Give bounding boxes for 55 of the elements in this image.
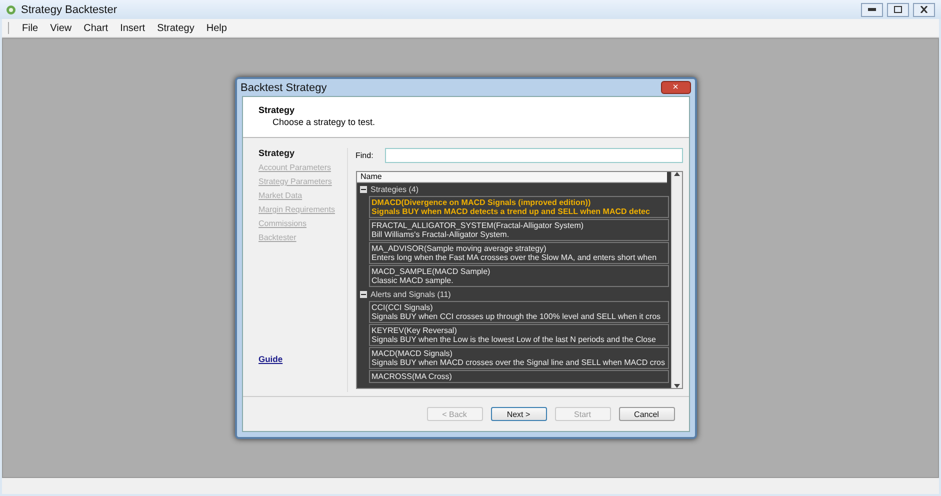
close-button[interactable]: × bbox=[660, 81, 690, 94]
header-title: Strategy bbox=[258, 105, 296, 115]
strategy-name: MA_ADVISOR(Sample moving average strategy) bbox=[372, 244, 548, 253]
group-label: Alerts and Signals (11) bbox=[370, 290, 451, 299]
collapse-icon[interactable] bbox=[360, 186, 366, 193]
strategy-item[interactable]: FRACTAL_ALLIGATOR_SYSTEM(Fractal-Alligator System) Bill Williams's Fractal-Alligator System. bbox=[368, 219, 668, 241]
strategy-name: CCI(CCI Signals) bbox=[372, 303, 434, 312]
strategy-name: DMACD(Divergence on MACD Signals (improved edition)) bbox=[372, 198, 592, 207]
strategy-description: Signals BUY when MACD crosses over the Signal line and SELL when MACD cros bbox=[372, 358, 666, 367]
strategy-name: FRACTAL_ALLIGATOR_SYSTEM(Fractal-Alligator System) bbox=[372, 221, 585, 230]
strategy-description: Signals BUY when MACD detects a trend up and SELL when MACD detec bbox=[372, 207, 651, 216]
app-icon bbox=[6, 4, 16, 14]
strategy-name: MACD(MACD Signals) bbox=[372, 349, 454, 358]
strategy-item[interactable]: MACROSS(MA Cross) bbox=[368, 370, 668, 383]
strategy-item[interactable]: MACD(MACD Signals) Signals BUY when MACD crosses over the Signal line and SELL when MACD cros bbox=[368, 347, 668, 369]
strategy-description: Signals BUY when CCI crosses up through the 100% level and SELL when it cros bbox=[372, 312, 662, 321]
group-label: Strategies (4) bbox=[370, 185, 419, 194]
column-header: Name bbox=[356, 172, 666, 183]
scrollbar[interactable] bbox=[670, 172, 682, 388]
wizard-button[interactable]: Cancel bbox=[618, 407, 674, 421]
strategy-description: Enters long when the Fast MA crosses over the Slow MA, and enters short when bbox=[372, 253, 658, 262]
maximize-button[interactable] bbox=[887, 2, 909, 16]
menu-item[interactable]: Chart bbox=[78, 22, 114, 34]
scroll-up-icon[interactable] bbox=[674, 172, 680, 176]
collapse-icon[interactable] bbox=[360, 291, 366, 298]
strategy-item[interactable]: KEYREV(Key Reversal) Signals BUY when the Low is the lowest Low of the last N periods and the Close bbox=[368, 324, 668, 346]
close-icon bbox=[920, 6, 928, 13]
scroll-down-icon[interactable] bbox=[674, 384, 680, 388]
strategy-name: MACROSS(MA Cross) bbox=[372, 372, 453, 381]
strategy-description: Bill Williams's Fractal-Alligator System. bbox=[372, 230, 510, 239]
header-subtitle: Choose a strategy to test. bbox=[272, 117, 376, 127]
find-label: Find: bbox=[356, 151, 374, 160]
strategy-description: Signals BUY when the Low is the lowest Low of the last N periods and the Close bbox=[372, 335, 657, 344]
dialog-title: Backtest Strategy bbox=[240, 82, 327, 94]
menu-item[interactable]: File bbox=[17, 22, 44, 34]
strategy-description: Classic MACD sample. bbox=[372, 276, 454, 285]
strategy-item[interactable]: CCI(CCI Signals) Signals BUY when CCI crosses up through the 100% level and SELL when it cros bbox=[368, 301, 668, 323]
wizard-button[interactable]: Next > bbox=[490, 407, 546, 421]
guide-link[interactable]: Guide bbox=[258, 354, 346, 364]
menu-item[interactable]: View bbox=[45, 22, 77, 34]
minimize-icon bbox=[868, 8, 876, 11]
strategy-name: KEYREV(Key Reversal) bbox=[372, 326, 458, 335]
strategy-item[interactable]: MA_ADVISOR(Sample moving average strategy) Enters long when the Fast MA crosses over the Slow MA, and enters short when bbox=[368, 242, 668, 264]
maximize-icon bbox=[894, 6, 902, 13]
strategy-name: MACD_SAMPLE(MACD Sample) bbox=[372, 267, 492, 276]
strategy-item[interactable]: DMACD(Divergence on MACD Signals (improved edition)) Signals BUY when MACD detects a trend up and SELL when MACD detec bbox=[368, 196, 668, 218]
menu-item[interactable]: Strategy bbox=[152, 22, 200, 34]
window-title: Strategy Backtester bbox=[21, 4, 117, 16]
strategy-item[interactable]: MACD_SAMPLE(MACD Sample) Classic MACD sample. bbox=[368, 265, 668, 287]
menu-item[interactable]: Help bbox=[201, 22, 232, 34]
wizard-step[interactable]: Strategy bbox=[258, 148, 346, 159]
menu-item[interactable]: Insert bbox=[115, 22, 150, 34]
minimize-button[interactable] bbox=[861, 2, 883, 16]
close-button[interactable] bbox=[913, 2, 935, 16]
find-input[interactable] bbox=[385, 148, 682, 163]
